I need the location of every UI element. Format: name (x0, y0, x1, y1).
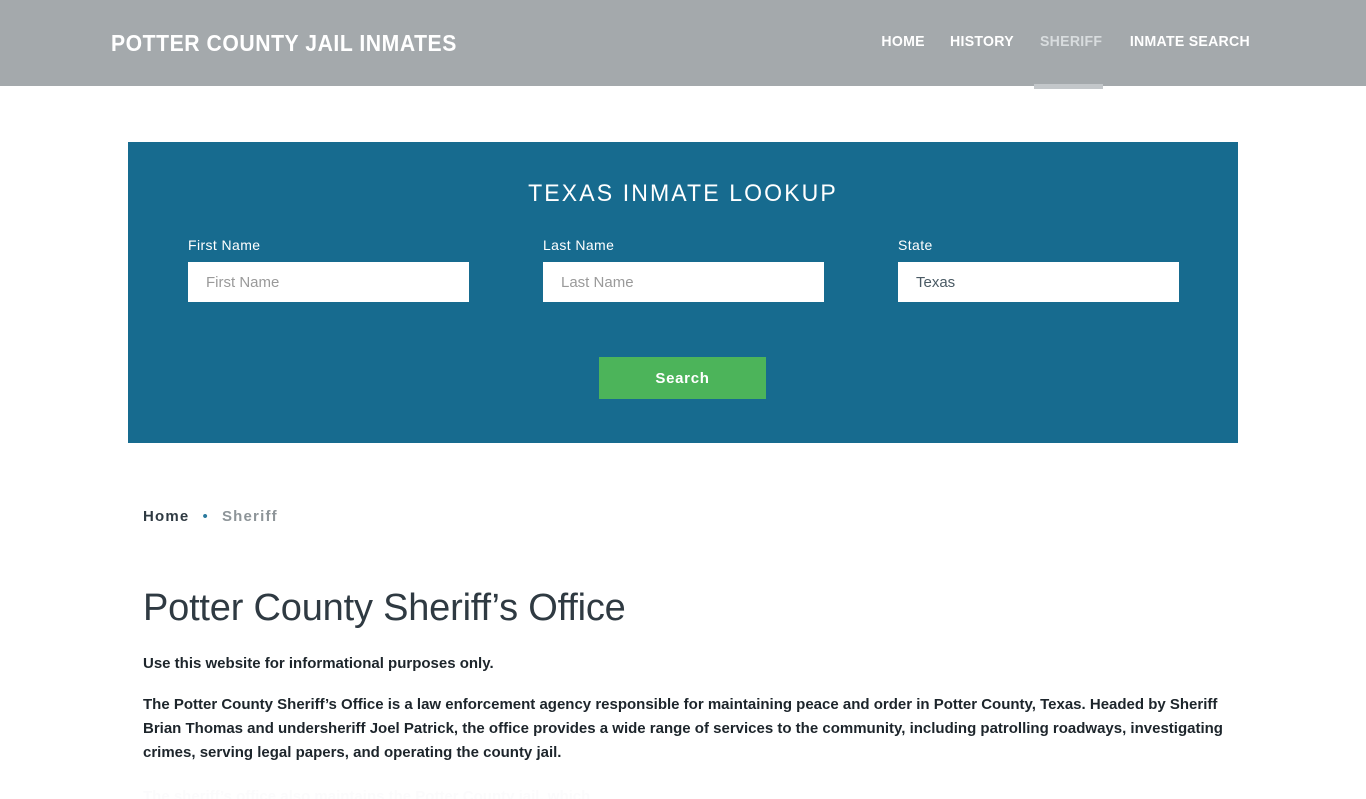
state-field-group: State (898, 237, 1179, 302)
last-name-label: Last Name (543, 237, 615, 253)
inmate-lookup-panel: TEXAS INMATE LOOKUP First Name Last Name… (128, 142, 1238, 443)
first-name-input[interactable] (188, 262, 469, 302)
site-logo[interactable]: POTTER COUNTY JAIL INMATES (111, 30, 457, 57)
nav-item-home[interactable]: HOME (881, 33, 924, 50)
last-name-input[interactable] (543, 262, 824, 302)
first-name-field-group: First Name (188, 237, 469, 302)
main-content: Home • Sheriff Potter County Sheriff’s O… (143, 500, 1238, 799)
search-button[interactable]: Search (599, 357, 766, 399)
first-name-label: First Name (188, 237, 261, 253)
lookup-panel-title: TEXAS INMATE LOOKUP (528, 180, 838, 207)
next-paragraph-clipped: The sheriff’s office also maintains the … (143, 788, 591, 799)
breadcrumb-home-link[interactable]: Home (143, 508, 189, 525)
nav-item-sheriff[interactable]: SHERIFF (1040, 33, 1102, 50)
nav-item-history[interactable]: HISTORY (950, 33, 1014, 50)
disclaimer-text: Use this website for informational purpo… (143, 655, 494, 672)
state-label: State (898, 237, 933, 253)
nav-item-inmate-search[interactable]: INMATE SEARCH (1130, 33, 1250, 50)
breadcrumb-separator-dot-icon: • (202, 507, 209, 525)
breadcrumb-current-page: Sheriff (221, 507, 278, 525)
last-name-field-group: Last Name (543, 237, 824, 302)
breadcrumb: Home • Sheriff (143, 500, 1238, 532)
state-input[interactable] (898, 262, 1179, 302)
site-header: POTTER COUNTY JAIL INMATES HOME HISTORY … (0, 0, 1366, 89)
page-title: Potter County Sheriff’s Office (143, 587, 626, 629)
main-navigation: HOME HISTORY SHERIFF INMATE SEARCH (880, 33, 1254, 50)
nav-active-indicator (1034, 84, 1103, 89)
sheriff-office-description: The Potter County Sheriff’s Office is a … (143, 696, 1223, 761)
